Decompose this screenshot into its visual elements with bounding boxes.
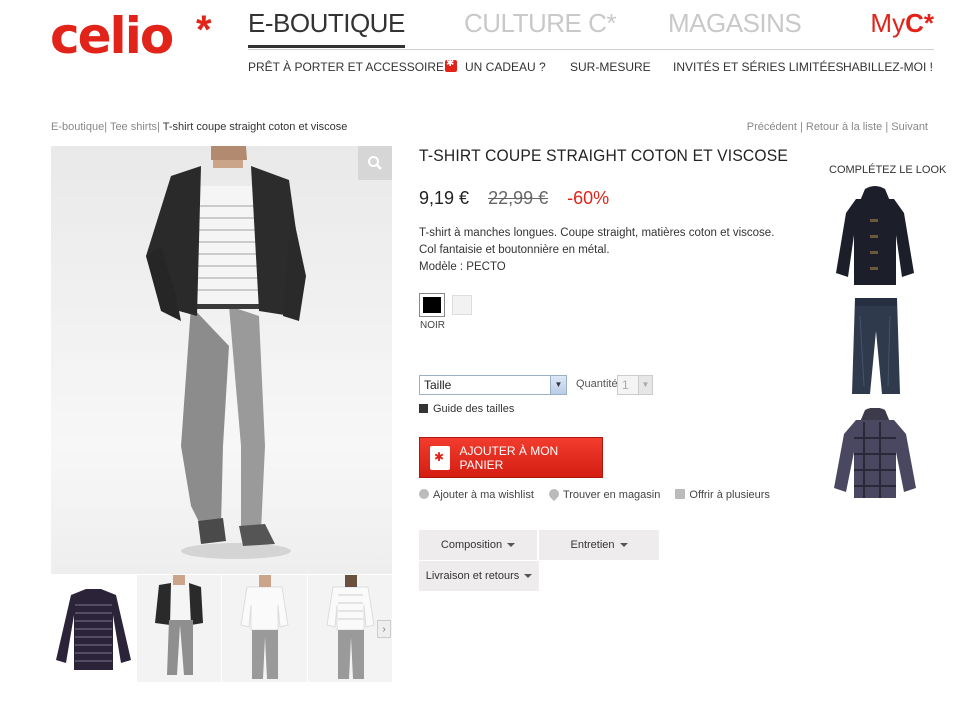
top-navigation: E-BOUTIQUE CULTURE C* MAGASINS MyC* bbox=[248, 8, 934, 50]
subnav-un-cadeau-label: UN CADEAU ? bbox=[465, 60, 546, 74]
product-title: T-SHIRT COUPE STRAIGHT COTON ET VISCOSE bbox=[419, 146, 788, 165]
swatch-black-fill bbox=[423, 297, 441, 313]
tab-entretien-label: Entretien bbox=[570, 539, 615, 551]
swatch-white[interactable] bbox=[452, 295, 472, 315]
hooded-jacket-image bbox=[836, 186, 914, 285]
thumbnail-model-jacket bbox=[154, 575, 203, 675]
tab-entretien[interactable]: Entretien bbox=[539, 530, 659, 560]
current-price: 9,19 € bbox=[419, 188, 470, 208]
swatch-black[interactable] bbox=[419, 293, 445, 317]
original-price: 22,99 € bbox=[488, 188, 549, 208]
add-to-cart-label: AJOUTER À MON PANIER bbox=[459, 443, 559, 472]
size-select-value: Taille bbox=[424, 378, 452, 392]
caret-down-icon bbox=[619, 543, 628, 547]
secondary-actions: Ajouter à ma wishlist Trouver en magasin… bbox=[419, 486, 782, 502]
tab-composition[interactable]: Composition bbox=[419, 530, 537, 560]
price-block: 9,19 € 22,99 € -60% bbox=[419, 188, 609, 209]
breadcrumb-current: T-shirt coupe straight coton et viscose bbox=[162, 121, 348, 133]
tab-livraison-label: Livraison et retours bbox=[425, 570, 520, 582]
breadcrumb-item[interactable]: E-boutique bbox=[51, 121, 104, 133]
model-reference: Modèle : PECTO bbox=[419, 261, 506, 273]
pager-back-to-list[interactable]: Retour à la liste bbox=[806, 121, 882, 133]
tab-composition-label: Composition bbox=[440, 539, 503, 551]
myc-prefix: My bbox=[870, 8, 906, 38]
add-to-cart-button[interactable]: AJOUTER À MON PANIER bbox=[419, 437, 603, 478]
logo-text: celio bbox=[50, 7, 174, 65]
gift-together-link[interactable]: Offrir à plusieurs bbox=[675, 489, 770, 501]
size-guide-link[interactable]: Guide des tailles bbox=[419, 403, 514, 415]
chevron-down-icon: ▼ bbox=[638, 376, 652, 394]
nav-culture-c[interactable]: CULTURE C* bbox=[464, 8, 616, 39]
zoom-button[interactable] bbox=[358, 146, 392, 180]
look-item-jacket[interactable] bbox=[830, 185, 920, 288]
thumbnail-2[interactable] bbox=[136, 575, 221, 682]
pager-next[interactable]: Suivant bbox=[891, 121, 928, 133]
nav-my-celio[interactable]: MyC* bbox=[870, 8, 934, 39]
nav-magasins[interactable]: MAGASINS bbox=[668, 8, 802, 39]
gift-together-label: Offrir à plusieurs bbox=[689, 489, 770, 501]
model-photo bbox=[146, 146, 306, 559]
nav-e-boutique[interactable]: E-BOUTIQUE bbox=[248, 8, 405, 48]
look-item-jeans[interactable] bbox=[830, 296, 920, 396]
caret-down-icon bbox=[524, 574, 533, 578]
breadcrumb-item[interactable]: Tee shirts bbox=[110, 121, 157, 133]
complete-the-look-title: COMPLÉTEZ LE LOOK bbox=[829, 164, 947, 176]
swatch-white-fill bbox=[453, 296, 471, 314]
shopping-bag-icon bbox=[430, 445, 450, 470]
gift-bag-icon bbox=[675, 489, 686, 499]
discount-badge: -60% bbox=[567, 188, 610, 208]
magnifier-icon bbox=[368, 156, 382, 170]
thumbnail-model-white-tee bbox=[240, 575, 289, 679]
location-pin-icon bbox=[546, 486, 562, 502]
subnav-habillez-moi[interactable]: HABILLEZ-MOI ! bbox=[843, 60, 933, 74]
subnav-invites[interactable]: INVITÉS ET SÉRIES LIMITÉES bbox=[673, 60, 844, 74]
subnav-sur-mesure[interactable]: SUR-MESURE bbox=[570, 60, 651, 74]
ruler-icon bbox=[419, 404, 428, 413]
pager-previous[interactable]: Précédent bbox=[747, 121, 797, 133]
subnav-un-cadeau[interactable]: UN CADEAU ? bbox=[445, 58, 546, 74]
hooded-shirt-image bbox=[834, 407, 916, 498]
size-select[interactable]: Taille ▼ bbox=[419, 375, 567, 395]
wishlist-label: Ajouter à ma wishlist bbox=[433, 489, 534, 501]
star-icon bbox=[419, 489, 429, 499]
add-to-wishlist-link[interactable]: Ajouter à ma wishlist bbox=[419, 489, 534, 501]
gift-icon bbox=[445, 58, 457, 72]
tab-livraison[interactable]: Livraison et retours bbox=[419, 561, 539, 591]
product-description: T-shirt à manches longues. Coupe straigh… bbox=[419, 225, 779, 276]
quantity-label: Quantité bbox=[576, 378, 618, 390]
find-in-store-link[interactable]: Trouver en magasin bbox=[546, 486, 661, 502]
jeans-image bbox=[852, 298, 900, 394]
thumbnail-strip bbox=[51, 575, 392, 682]
pager-separator: | bbox=[799, 121, 803, 133]
color-swatches bbox=[419, 293, 472, 317]
breadcrumb-separator: | bbox=[104, 121, 108, 133]
subnav-pret-a-porter[interactable]: PRÊT À PORTER ET ACCESSOIRES bbox=[248, 60, 452, 74]
thumbnail-3[interactable] bbox=[222, 575, 307, 682]
selected-color-label: NOIR bbox=[420, 320, 445, 331]
quantity-value: 1 bbox=[622, 378, 629, 392]
caret-down-icon bbox=[507, 543, 516, 547]
myc-brand: C* bbox=[905, 8, 934, 38]
look-item-hooded-shirt[interactable] bbox=[830, 407, 920, 500]
logo-star: * bbox=[196, 8, 212, 52]
product-pager: Précédent | Retour à la liste | Suivant bbox=[747, 121, 928, 133]
description-text: T-shirt à manches longues. Coupe straigh… bbox=[419, 227, 775, 256]
quantity-select[interactable]: 1 ▼ bbox=[617, 375, 653, 395]
thumbnail-tee-flat bbox=[56, 589, 131, 670]
sub-navigation: PRÊT À PORTER ET ACCESSOIRES UN CADEAU ?… bbox=[248, 58, 934, 76]
product-main-image[interactable] bbox=[51, 146, 392, 574]
thumbnail-1[interactable] bbox=[51, 575, 136, 682]
size-guide-label: Guide des tailles bbox=[433, 403, 515, 415]
chevron-down-icon: ▼ bbox=[550, 376, 566, 394]
breadcrumb-separator: | bbox=[157, 121, 160, 133]
breadcrumb: E-boutique| Tee shirts| T-shirt coupe st… bbox=[51, 121, 347, 133]
find-in-store-label: Trouver en magasin bbox=[562, 489, 661, 501]
pager-separator: | bbox=[885, 121, 889, 133]
thumbnail-next-arrow[interactable]: › bbox=[377, 620, 391, 638]
celio-logo[interactable]: celio * bbox=[50, 7, 225, 65]
